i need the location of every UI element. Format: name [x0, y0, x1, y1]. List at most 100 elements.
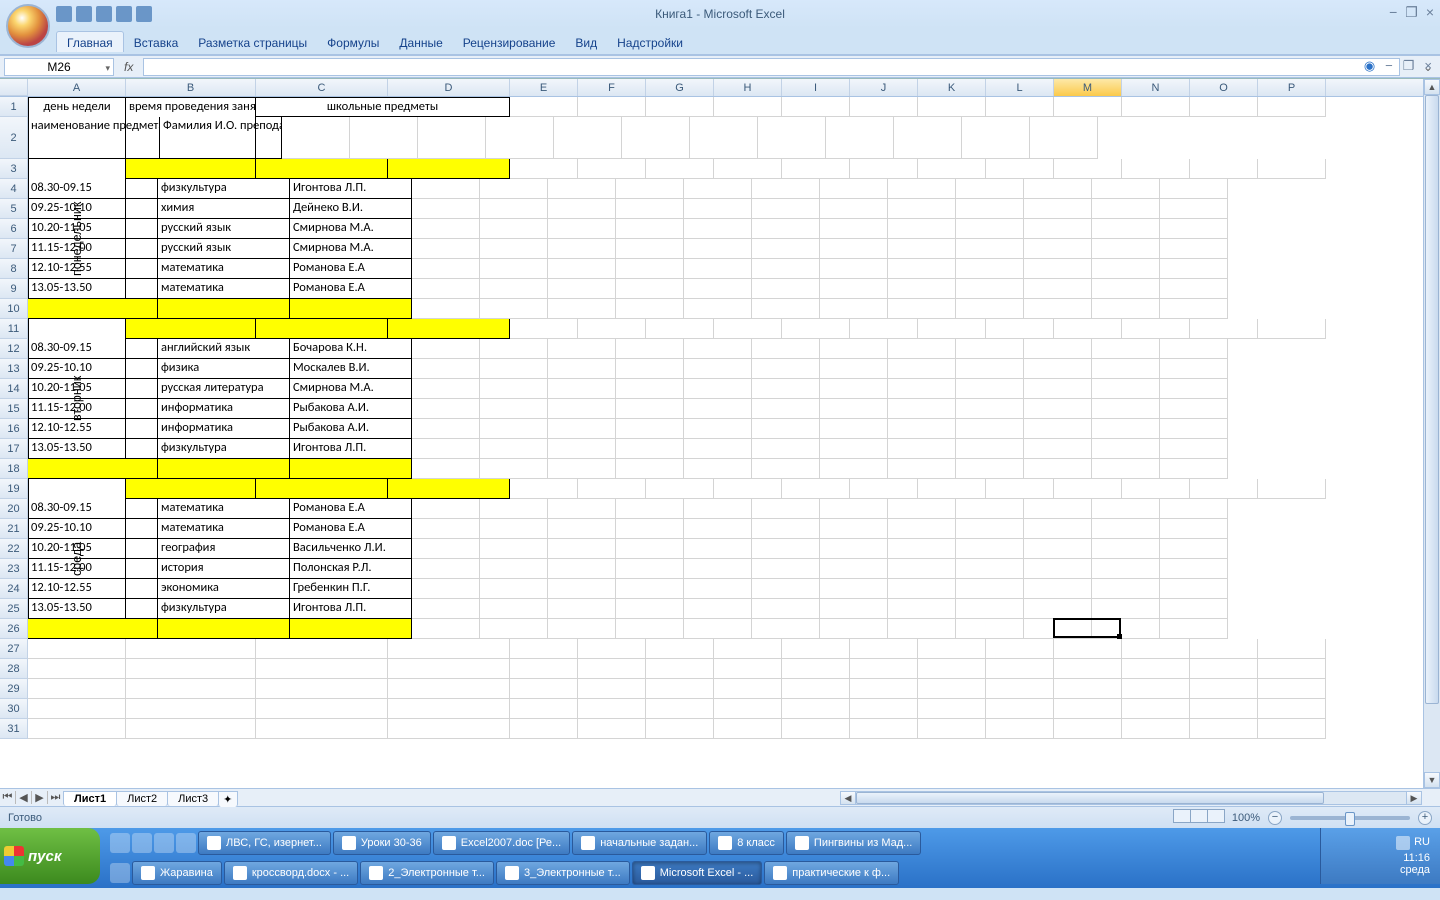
- cell[interactable]: [1054, 159, 1122, 179]
- cell[interactable]: [616, 379, 684, 399]
- cell[interactable]: [126, 639, 256, 659]
- cell[interactable]: [388, 659, 510, 679]
- cell[interactable]: [1122, 699, 1190, 719]
- tray-icon[interactable]: [1396, 836, 1410, 850]
- cell[interactable]: [820, 419, 888, 439]
- column-header[interactable]: G: [646, 79, 714, 96]
- cell[interactable]: [820, 519, 888, 539]
- column-header[interactable]: I: [782, 79, 850, 96]
- cell[interactable]: [548, 599, 616, 619]
- cell[interactable]: [412, 499, 480, 519]
- cell[interactable]: [684, 579, 752, 599]
- cell[interactable]: [126, 699, 256, 719]
- cell[interactable]: [826, 117, 894, 159]
- ribbon-tab-формулы[interactable]: Формулы: [317, 32, 389, 52]
- zoom-level[interactable]: 100%: [1232, 812, 1260, 824]
- cell[interactable]: [388, 479, 510, 499]
- cell[interactable]: [888, 279, 956, 299]
- cell[interactable]: [1092, 579, 1160, 599]
- cell[interactable]: [412, 199, 480, 219]
- cell[interactable]: [616, 339, 684, 359]
- redo-icon[interactable]: [96, 6, 112, 22]
- cell[interactable]: [888, 199, 956, 219]
- cell[interactable]: [388, 679, 510, 699]
- cell[interactable]: [1258, 479, 1326, 499]
- cell[interactable]: [388, 319, 510, 339]
- cell[interactable]: [290, 619, 412, 639]
- cell[interactable]: [28, 719, 126, 739]
- cell[interactable]: [918, 699, 986, 719]
- cell[interactable]: [1024, 219, 1092, 239]
- cell[interactable]: [986, 319, 1054, 339]
- cell[interactable]: [616, 299, 684, 319]
- cell[interactable]: [888, 419, 956, 439]
- row-header[interactable]: 13: [0, 359, 28, 379]
- cell[interactable]: [616, 239, 684, 259]
- horizontal-scrollbar[interactable]: ◀ ▶: [840, 790, 1422, 806]
- row-header[interactable]: 3: [0, 159, 28, 179]
- column-header[interactable]: L: [986, 79, 1054, 96]
- zoom-slider[interactable]: [1290, 816, 1410, 820]
- cell[interactable]: [616, 579, 684, 599]
- cell[interactable]: [646, 159, 714, 179]
- cell[interactable]: [1160, 179, 1228, 199]
- cell[interactable]: [578, 97, 646, 117]
- cell[interactable]: [1024, 619, 1092, 639]
- cell[interactable]: [918, 639, 986, 659]
- cell[interactable]: [684, 459, 752, 479]
- row-header[interactable]: 8: [0, 259, 28, 279]
- cell[interactable]: [820, 279, 888, 299]
- zoom-out-button[interactable]: −: [1268, 811, 1282, 825]
- cell[interactable]: [782, 699, 850, 719]
- row-header[interactable]: 21: [0, 519, 28, 539]
- cell[interactable]: [1160, 519, 1228, 539]
- cell[interactable]: [1160, 499, 1228, 519]
- cell[interactable]: [684, 219, 752, 239]
- cell[interactable]: [616, 199, 684, 219]
- cell[interactable]: понедельник: [28, 159, 126, 319]
- cell[interactable]: английский язык: [158, 339, 290, 359]
- cell[interactable]: [256, 719, 388, 739]
- cell[interactable]: [1024, 339, 1092, 359]
- row-header[interactable]: 11: [0, 319, 28, 339]
- cell[interactable]: [820, 219, 888, 239]
- ribbon-tab-надстройки[interactable]: Надстройки: [607, 32, 693, 52]
- cell[interactable]: [782, 479, 850, 499]
- cell[interactable]: [850, 659, 918, 679]
- cell[interactable]: Игонтова Л.П.: [290, 439, 412, 459]
- cell[interactable]: [956, 499, 1024, 519]
- cell[interactable]: [752, 239, 820, 259]
- cell[interactable]: [1258, 699, 1326, 719]
- cell[interactable]: [290, 459, 412, 479]
- cell[interactable]: [782, 659, 850, 679]
- cell[interactable]: [578, 159, 646, 179]
- cell[interactable]: [752, 599, 820, 619]
- select-all-corner[interactable]: [0, 79, 28, 96]
- cell[interactable]: [548, 499, 616, 519]
- cell[interactable]: [684, 199, 752, 219]
- cell[interactable]: [752, 339, 820, 359]
- cell[interactable]: [388, 639, 510, 659]
- cell[interactable]: [548, 219, 616, 239]
- cell[interactable]: [1024, 439, 1092, 459]
- cell[interactable]: информатика: [158, 399, 290, 419]
- cell[interactable]: [894, 117, 962, 159]
- cell[interactable]: [782, 319, 850, 339]
- sheet-tab[interactable]: Лист3: [167, 791, 219, 806]
- cell[interactable]: [548, 199, 616, 219]
- cell[interactable]: [1024, 579, 1092, 599]
- cell[interactable]: [412, 299, 480, 319]
- cell[interactable]: [578, 319, 646, 339]
- cell[interactable]: [1258, 719, 1326, 739]
- quick-launch-icon[interactable]: [154, 833, 174, 853]
- row-header[interactable]: 17: [0, 439, 28, 459]
- cell[interactable]: физкультура: [158, 439, 290, 459]
- cell[interactable]: [578, 659, 646, 679]
- cell[interactable]: [1024, 299, 1092, 319]
- cell[interactable]: [256, 679, 388, 699]
- cell[interactable]: Рыбакова А.И.: [290, 399, 412, 419]
- cell[interactable]: [986, 639, 1054, 659]
- cell[interactable]: [350, 117, 418, 159]
- cell[interactable]: Рыбакова А.И.: [290, 419, 412, 439]
- cell[interactable]: [684, 499, 752, 519]
